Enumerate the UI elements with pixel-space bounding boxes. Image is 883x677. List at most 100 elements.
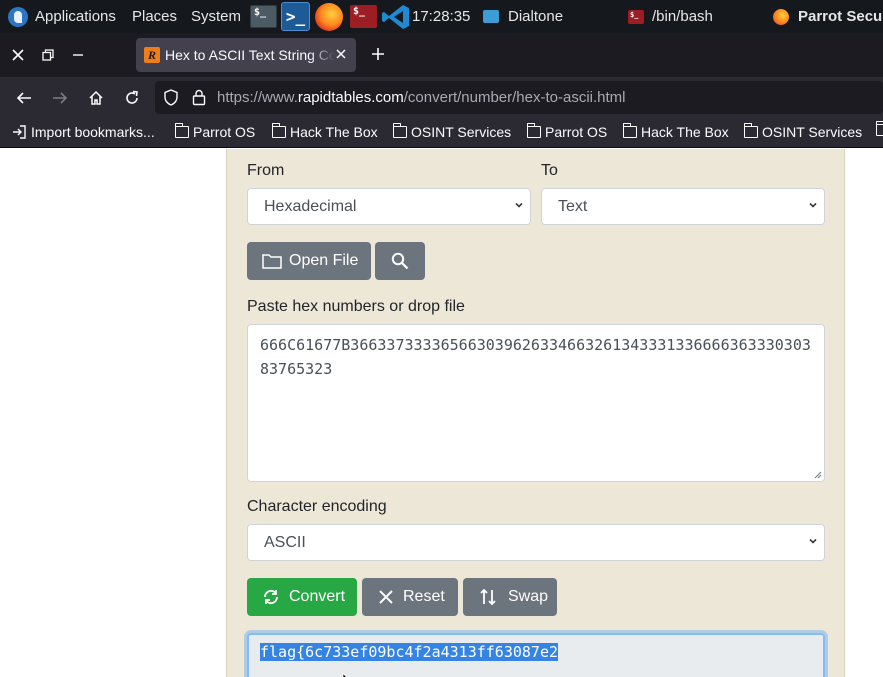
firefox-icon xyxy=(315,2,343,31)
close-icon xyxy=(336,49,346,59)
back-button[interactable] xyxy=(11,85,37,111)
root-terminal-icon: $_ xyxy=(350,5,377,28)
active-tab[interactable]: R Hex to ASCII Text String Converter xyxy=(136,38,356,72)
close-icon xyxy=(379,590,393,604)
hex-input-label: Paste hex numbers or drop file xyxy=(247,298,465,315)
bookmark-overflow-folder[interactable] xyxy=(875,121,883,136)
folder-icon xyxy=(743,123,758,138)
bookmark-folder-osint-services[interactable]: OSINT Services xyxy=(392,123,512,140)
open-file-label: Open File xyxy=(289,252,359,269)
home-button[interactable] xyxy=(83,85,109,111)
close-icon xyxy=(12,49,24,61)
bookmark-label: OSINT Services xyxy=(411,124,512,140)
browser-tab-bar: R Hex to ASCII Text String Converter xyxy=(0,33,883,77)
bookmark-label: Hack The Box xyxy=(290,124,378,140)
to-select[interactable]: Text xyxy=(541,188,825,225)
terminal-small-icon: $_ xyxy=(628,9,644,24)
encoding-select[interactable]: ASCII xyxy=(247,524,825,561)
plus-icon xyxy=(372,48,384,60)
bookmark-folder-parrot-os[interactable]: Parrot OS xyxy=(174,123,256,140)
vscode-icon xyxy=(382,4,409,29)
mouse-cursor-icon xyxy=(342,673,347,677)
rapidtables-favicon-icon: R xyxy=(144,47,160,63)
hex-input-textarea[interactable]: 666C61677B366337333365663039626334663261… xyxy=(247,324,825,482)
bookmark-folder-hack-the-box-2[interactable]: Hack The Box xyxy=(622,123,729,140)
swap-button[interactable]: Swap xyxy=(463,578,557,616)
converter-panel: From To Hexadecimal Text Open File Paste… xyxy=(226,149,845,677)
bookmark-label: Import bookmarks... xyxy=(31,124,155,140)
encoding-select-value: ASCII xyxy=(264,534,306,551)
hex-input-value: 666C61677B366337333365663039626334663261… xyxy=(260,336,811,378)
reset-label: Reset xyxy=(403,588,445,605)
url-scheme: https://www. xyxy=(217,89,298,106)
from-select[interactable]: Hexadecimal xyxy=(247,188,531,225)
terminal-icon: $_ xyxy=(250,5,277,28)
bookmark-label: OSINT Services xyxy=(762,124,863,140)
to-select-value: Text xyxy=(558,198,588,215)
encoding-label: Character encoding xyxy=(247,498,387,515)
forward-button[interactable] xyxy=(47,85,73,111)
firefox-small-icon xyxy=(773,8,789,25)
firefox-launcher[interactable] xyxy=(315,0,343,33)
import-icon xyxy=(13,125,26,139)
reload-button[interactable] xyxy=(119,85,145,111)
places-menu[interactable]: Places xyxy=(132,0,177,33)
restore-window-button[interactable] xyxy=(33,33,63,77)
powershell-icon: >_ xyxy=(281,2,310,31)
root-terminal-launcher[interactable]: $_ xyxy=(350,0,377,33)
bookmark-label: Hack The Box xyxy=(641,124,729,140)
address-bar[interactable]: https://www.rapidtables.com/convert/numb… xyxy=(155,81,883,114)
applications-menu[interactable]: Applications xyxy=(8,0,116,33)
reset-button[interactable]: Reset xyxy=(362,578,458,616)
bookmark-import[interactable]: Import bookmarks... xyxy=(12,124,155,140)
reload-icon xyxy=(126,90,138,104)
taskbar-firefox-label: Parrot Security xyxy=(798,8,883,25)
home-icon xyxy=(89,90,103,105)
applications-menu-label: Applications xyxy=(35,8,116,25)
parrot-logo-icon xyxy=(8,6,28,27)
shield-icon[interactable] xyxy=(163,89,179,106)
bookmark-folder-parrot-os-2[interactable]: Parrot OS xyxy=(526,123,608,140)
system-menu[interactable]: System xyxy=(191,0,241,33)
folder-icon xyxy=(622,123,637,138)
folder-open-icon xyxy=(262,254,282,269)
web-page: From To Hexadecimal Text Open File Paste… xyxy=(0,149,883,677)
powershell-launcher[interactable]: >_ xyxy=(281,0,310,33)
tab-close-button[interactable] xyxy=(332,46,350,64)
convert-label: Convert xyxy=(289,588,346,605)
vscode-launcher[interactable] xyxy=(381,0,411,33)
taskbar-dialtone[interactable]: Dialtone xyxy=(483,0,563,33)
from-select-value: Hexadecimal xyxy=(264,198,357,215)
navigation-toolbar: https://www.rapidtables.com/convert/numb… xyxy=(0,77,883,118)
lock-icon[interactable] xyxy=(192,89,206,106)
chevron-down-icon xyxy=(515,202,523,208)
search-button[interactable] xyxy=(375,242,425,280)
search-icon xyxy=(391,252,409,270)
open-file-button[interactable]: Open File xyxy=(247,242,371,280)
folder-icon xyxy=(526,123,541,138)
taskbar-bash[interactable]: $_ /bin/bash xyxy=(628,0,713,33)
url-text[interactable]: https://www.rapidtables.com/convert/numb… xyxy=(217,89,626,106)
system-top-panel: Applications Places System $_ >_ $_ 17:2… xyxy=(0,0,883,33)
bookmark-label: Parrot OS xyxy=(545,124,608,140)
bookmark-label: Parrot OS xyxy=(193,124,256,140)
clock[interactable]: 17:28:35 xyxy=(412,0,470,33)
bookmark-folder-osint-services-2[interactable]: OSINT Services xyxy=(743,123,863,140)
resize-grip-icon[interactable] xyxy=(813,470,822,479)
new-tab-button[interactable] xyxy=(366,43,390,67)
taskbar-dialtone-label: Dialtone xyxy=(508,8,564,25)
close-window-button[interactable] xyxy=(3,33,33,77)
terminal-launcher[interactable]: $_ xyxy=(250,0,277,33)
chevron-down-icon xyxy=(809,538,817,544)
chevron-down-icon xyxy=(809,202,817,208)
refresh-icon xyxy=(264,589,278,605)
restore-icon xyxy=(42,49,54,61)
swap-label: Swap xyxy=(508,588,549,605)
folder-icon xyxy=(875,121,883,136)
output-value-selected: flag{6c733ef09bc4f2a4313ff63087e2 xyxy=(260,643,559,661)
output-textarea[interactable]: flag{6c733ef09bc4f2a4313ff63087e2 xyxy=(247,633,825,677)
taskbar-firefox[interactable]: Parrot Security xyxy=(773,0,883,33)
minimize-window-button[interactable] xyxy=(63,33,93,77)
bookmark-folder-hack-the-box[interactable]: Hack The Box xyxy=(271,123,378,140)
convert-button[interactable]: Convert xyxy=(247,578,357,616)
